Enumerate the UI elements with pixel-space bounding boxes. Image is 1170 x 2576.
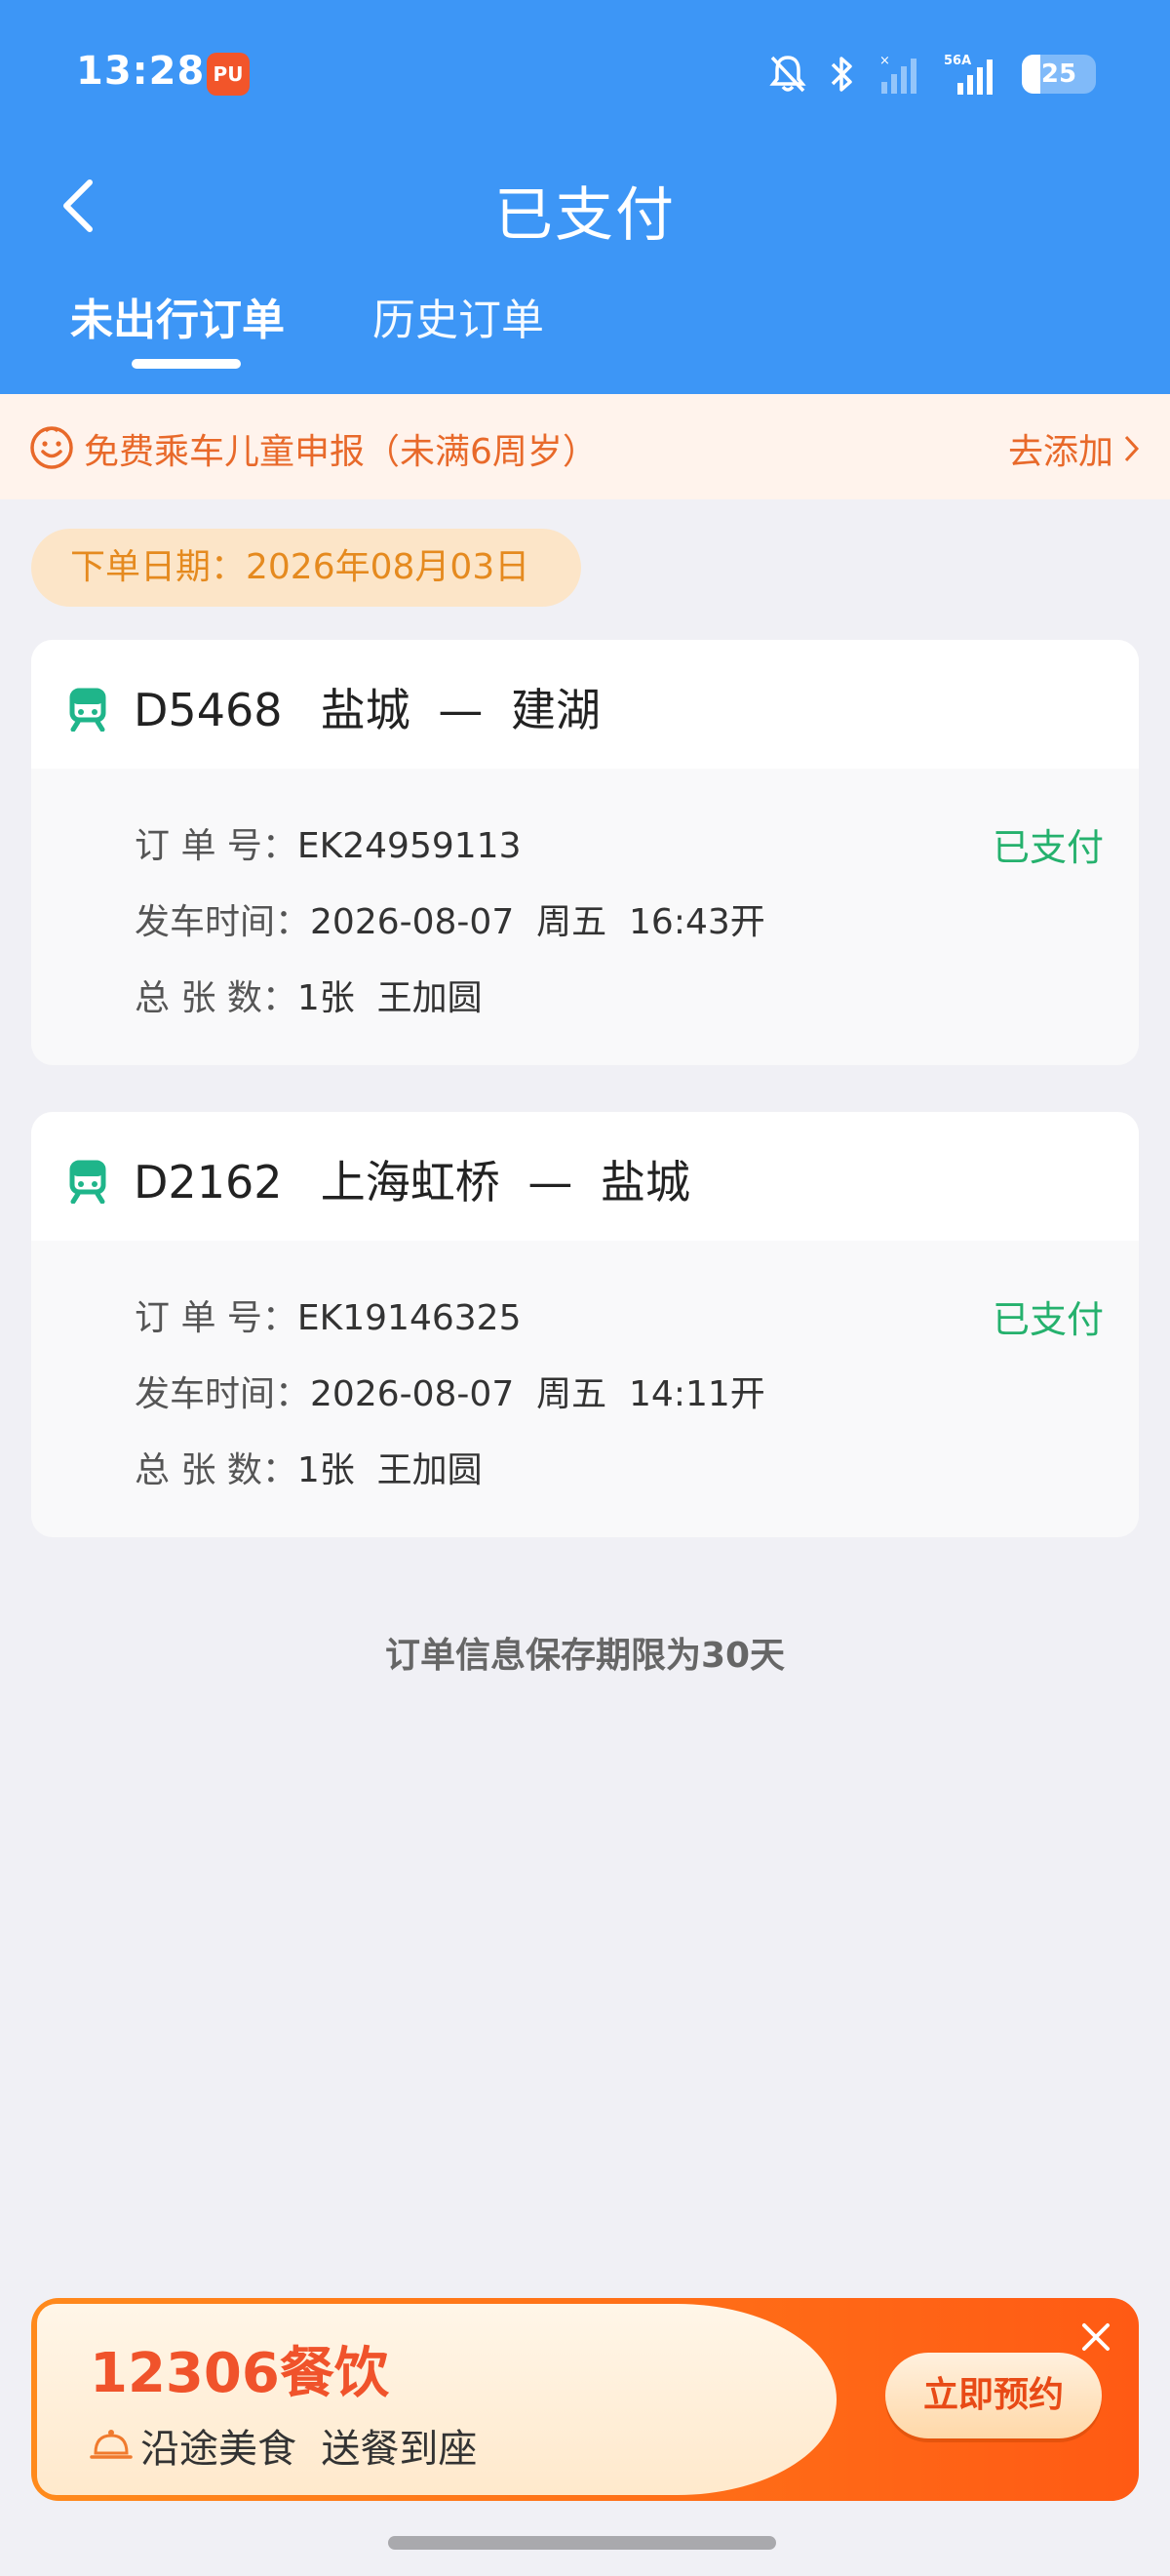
train-number: D2162 [134,1156,283,1209]
tab-upcoming-orders[interactable]: 未出行订单 [70,285,285,347]
add-child-label: 去添加 [1007,432,1113,472]
order-number-label: 订 单 号： [135,1298,297,1338]
status-icons: × 56A 25 [768,51,1096,98]
order-number: EK19146325 [296,1298,522,1338]
close-icon[interactable] [1076,2318,1115,2357]
train-icon [69,688,106,732]
ticket-count-row: 总 张 数：1张 王加圆 [135,970,483,1020]
wifi-signal-weak-icon: × [879,54,916,94]
ticket-count-label: 总 张 数： [135,1450,297,1490]
departure-time: 2026-08-07 周五 16:43开 [310,902,765,942]
departure-row: 发车时间：2026-08-07 周五 14:11开 [135,1366,765,1416]
promo-title: 12306餐饮 [90,2342,389,2405]
route-separator: — [527,1156,573,1209]
route-separator: — [438,684,484,736]
tab-history-orders[interactable]: 历史订单 [372,285,544,347]
order-card-header: D2162 上海虹桥 — 盐城 [31,1112,1139,1241]
departure-time: 2026-08-07 周五 14:11开 [310,1374,765,1414]
chevron-right-icon [1124,435,1140,462]
order-number-row: 订 单 号：EK19146325 [135,1289,521,1340]
order-date-chip: 下单日期：2026年08月03日 [31,529,581,607]
ticket-count-label: 总 张 数： [135,978,297,1018]
add-child-button[interactable]: 去添加 [1008,423,1141,474]
from-station: 上海虹桥 [320,1156,500,1209]
app-header: 13:28 PU × 56A 25 已支付 未出行订单 历史订单 [0,0,1170,394]
food-cloche-icon [90,2430,133,2459]
ticket-count-row: 总 张 数：1张 王加圆 [135,1442,483,1492]
order-number: EK24959113 [296,826,522,866]
order-card-body: 订 单 号：EK19146325 已支付 发车时间：2026-08-07 周五 … [31,1241,1139,1537]
ticket-count: 1张 王加圆 [296,1450,483,1490]
promo-subtitle-row: 沿途美食 送餐到座 [90,2417,477,2474]
home-indicator[interactable] [388,2536,776,2550]
status-time: 13:28 [76,49,206,94]
to-station: 建湖 [511,684,601,736]
svg-text:×: × [879,54,890,68]
train-icon [69,1160,106,1204]
order-card[interactable]: D5468 盐城 — 建湖 订 单 号：EK24959113 已支付 发车时间：… [31,640,1139,1065]
status-bar: 13:28 PU × 56A 25 [0,0,1170,146]
promo-content: 12306餐饮 沿途美食 送餐到座 [37,2304,837,2495]
battery-icon: 25 [1022,55,1096,94]
battery-level: 25 [1040,59,1077,89]
ticket-count: 1张 王加圆 [296,978,483,1018]
child-ticket-notice[interactable]: 免费乘车儿童申报（未满6周岁） 去添加 [0,394,1170,499]
order-card-body: 订 单 号：EK24959113 已支付 发车时间：2026-08-07 周五 … [31,769,1139,1065]
notice-text: 免费乘车儿童申报（未满6周岁） [84,432,598,472]
from-station: 盐城 [320,684,410,736]
order-tabs: 未出行订单 历史订单 [0,285,1170,394]
book-now-button[interactable]: 立即预约 [885,2353,1102,2438]
page-title: 已支付 [494,181,676,250]
cell-signal-icon: 56A [944,54,993,95]
departure-row: 发车时间：2026-08-07 周五 16:43开 [135,893,765,944]
network-type-label: 56A [944,54,971,68]
order-number-row: 订 单 号：EK24959113 [135,817,521,868]
departure-label: 发车时间： [135,1374,311,1414]
train-number: D5468 [134,684,283,736]
active-tab-indicator [132,359,241,369]
catering-promo-banner[interactable]: 12306餐饮 沿途美食 送餐到座 立即预约 [31,2298,1139,2501]
order-card-header: D5468 盐城 — 建湖 [31,640,1139,769]
order-number-label: 订 单 号： [135,826,297,866]
order-status: 已支付 [992,1298,1104,1341]
departure-label: 发车时间： [135,902,311,942]
to-station: 盐城 [601,1156,690,1209]
smiley-face-icon [30,426,73,469]
mute-bell-icon [769,56,806,93]
bluetooth-icon [831,57,852,92]
order-card[interactable]: D2162 上海虹桥 — 盐城 订 单 号：EK19146325 已支付 发车时… [31,1112,1139,1537]
order-route-title: D2162 上海虹桥 — 盐城 [134,1147,690,1211]
app-notification-icon: PU [207,53,250,96]
order-route-title: D5468 盐城 — 建湖 [134,675,601,739]
order-status: 已支付 [992,826,1104,869]
promo-subtitle: 沿途美食 送餐到座 [140,2427,478,2472]
retention-note: 订单信息保存期限为30天 [384,1636,786,1676]
